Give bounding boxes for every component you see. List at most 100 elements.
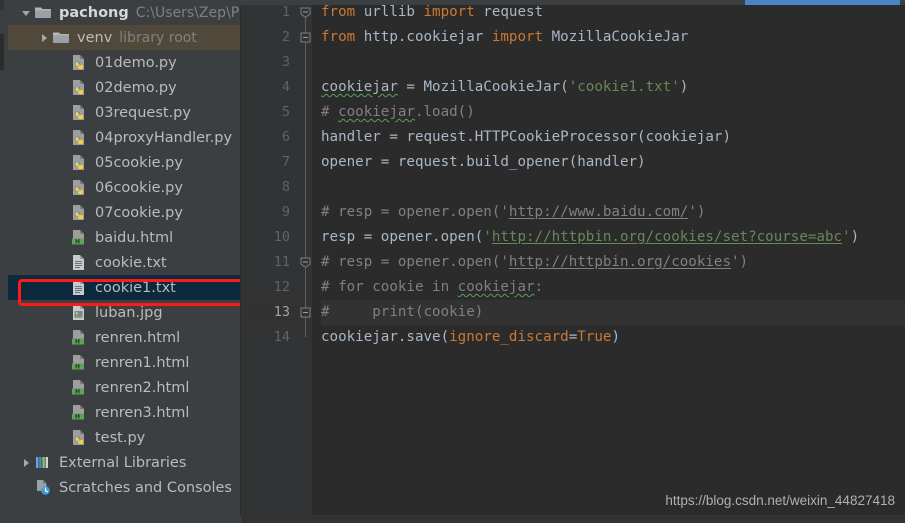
line-number[interactable]: 3 [241,50,299,75]
code-line-11[interactable]: # resp = opener.open('http://httpbin.org… [321,250,905,275]
fold-end-icon[interactable] [300,32,311,43]
tree-item-label: 02demo.py [95,79,177,96]
tree-item-05cookie-py[interactable]: 05cookie.py [8,150,240,175]
watermark-text: https://blog.csdn.net/weixin_44827418 [665,493,895,508]
project-tool-window[interactable]: pachong C:\Users\Zep\P venv library root 01d… [8,0,241,523]
libraries-icon [34,454,54,472]
svg-text:H: H [75,388,80,395]
code-line-2[interactable]: from http.cookiejar import MozillaCookie… [321,25,905,50]
code-line-8[interactable] [321,175,905,200]
fold-start-icon[interactable] [300,7,311,18]
code-line-3[interactable] [321,50,905,75]
code-line-6[interactable]: handler = request.HTTPCookieProcessor(co… [321,125,905,150]
tree-item-03request-py[interactable]: 03request.py [8,100,240,125]
tree-item-cookie1-txt[interactable]: cookie1.txt [8,275,240,300]
tree-item-label: renren.html [95,329,181,346]
bottom-status-bar-editor-part [241,515,905,523]
tree-item-baidu-html[interactable]: Hbaidu.html [8,225,240,250]
chevron-down-icon[interactable] [18,8,34,18]
tree-item-cookie-txt[interactable]: cookie.txt [8,250,240,275]
pycharm-window: pachong C:\Users\Zep\P venv library root 01d… [0,0,905,523]
chevron-right-icon[interactable] [18,458,34,468]
tree-item-label: External Libraries [59,454,187,471]
code-line-12[interactable]: # for cookie in cookiejar: [321,275,905,300]
tool-strip-nub [0,34,4,70]
html-file-icon: H [70,329,90,347]
tree-item-renren2-html[interactable]: Hrenren2.html [8,375,240,400]
tree-item-venv[interactable]: venv library root [8,25,240,50]
line-number[interactable]: 12 [241,275,299,300]
tree-item-external-libraries[interactable]: External Libraries [8,450,240,475]
line-number[interactable]: 4 [241,75,299,100]
tree-item-renren-html[interactable]: Hrenren.html [8,325,240,350]
tree-item-label: 04proxyHandler.py [95,129,233,146]
code-line-7[interactable]: opener = request.build_opener(handler) [321,150,905,175]
tree-item-scratches-and-consoles[interactable]: Scratches and Consoles [8,475,240,500]
line-number[interactable]: 10 [241,225,299,250]
line-number-gutter: 1 2 3 4 5 6 7 8 9 10 11 12 13 14 [241,0,299,523]
tree-item-label: renren1.html [95,354,190,371]
tree-item-label: 05cookie.py [95,154,183,171]
scratches-icon [34,479,54,497]
tree-item-label: Scratches and Consoles [59,479,232,496]
line-number[interactable]: 2 [241,25,299,50]
code-line-14[interactable]: cookiejar.save(ignore_discard=True) [321,325,905,350]
tree-item-label: 07cookie.py [95,204,183,221]
python-file-icon [70,204,90,222]
python-file-icon [70,54,90,72]
folder-icon [34,4,54,22]
folder-icon [52,29,72,47]
chevron-right-icon[interactable] [36,33,52,43]
image-file-icon [70,304,90,322]
tree-item-07cookie-py[interactable]: 07cookie.py [8,200,240,225]
code-editor[interactable]: 1 2 3 4 5 6 7 8 9 10 11 12 13 14 from urllib import r… [241,0,905,523]
tree-item-02demo-py[interactable]: 02demo.py [8,75,240,100]
fold-start-icon[interactable] [300,257,311,268]
tree-item-secondary-label: library root [119,29,197,46]
python-file-icon [70,154,90,172]
code-line-13[interactable]: # print(cookie) [321,300,905,325]
code-content-area[interactable]: from urllib import request from http.cook… [312,0,905,523]
tree-item-label: renren2.html [95,379,190,396]
code-line-9[interactable]: # resp = opener.open('http://www.baidu.c… [321,200,905,225]
line-number[interactable]: 6 [241,125,299,150]
text-file-icon [70,279,90,297]
tree-item-renren3-html[interactable]: Hrenren3.html [8,400,240,425]
fold-end-icon[interactable] [300,307,311,318]
python-file-icon [70,79,90,97]
line-number[interactable]: 8 [241,175,299,200]
line-number[interactable]: 5 [241,100,299,125]
tree-item-label: test.py [95,429,146,446]
tree-item-label: cookie1.txt [95,279,176,296]
editor-tab-indicator[interactable] [745,0,900,5]
html-file-icon: H [70,229,90,247]
project-tree[interactable]: pachong C:\Users\Zep\P venv library root 01d… [8,0,240,500]
code-line-5[interactable]: # cookiejar.load() [321,100,905,125]
python-file-icon [70,429,90,447]
tree-item-renren1-html[interactable]: Hrenren1.html [8,350,240,375]
tool-window-strip[interactable] [0,0,8,523]
svg-text:H: H [75,413,80,420]
line-number[interactable]: 14 [241,325,299,350]
tree-item-label: baidu.html [95,229,174,246]
code-line-10[interactable]: resp = opener.open('http://httpbin.org/c… [321,225,905,250]
fold-region-line [305,262,306,337]
tree-item-label: renren3.html [95,404,190,421]
code-folding-gutter[interactable] [299,0,312,523]
tree-item-luban-jpg[interactable]: luban.jpg [8,300,240,325]
tree-item-pachong[interactable]: pachong C:\Users\Zep\P [8,0,240,25]
tree-item-label: 01demo.py [95,54,177,71]
line-number[interactable]: 7 [241,150,299,175]
tree-item-06cookie-py[interactable]: 06cookie.py [8,175,240,200]
code-line-4[interactable]: cookiejar = MozillaCookieJar('cookie1.tx… [321,75,905,100]
line-number[interactable]: 11 [241,250,299,275]
svg-text:H: H [75,338,80,345]
tree-item-test-py[interactable]: test.py [8,425,240,450]
line-number[interactable]: 13 [241,300,299,325]
tree-item-label: 03request.py [95,104,191,121]
tree-item-04proxyhandler-py[interactable]: 04proxyHandler.py [8,125,240,150]
text-file-icon [70,254,90,272]
tree-item-label: venv [77,29,113,46]
line-number[interactable]: 9 [241,200,299,225]
tree-item-01demo-py[interactable]: 01demo.py [8,50,240,75]
